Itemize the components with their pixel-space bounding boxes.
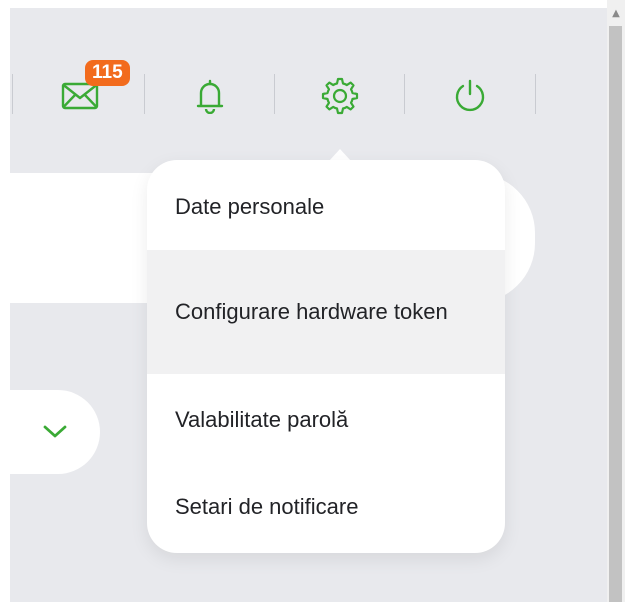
toolbar-divider bbox=[12, 74, 13, 114]
chevron-down-icon bbox=[43, 425, 67, 438]
unread-count-badge: 115 bbox=[85, 60, 130, 86]
settings-button[interactable] bbox=[315, 74, 365, 118]
menu-item-personal-data[interactable]: Date personale bbox=[147, 160, 505, 250]
mail-button[interactable]: 115 bbox=[55, 60, 130, 118]
gear-icon bbox=[321, 77, 359, 115]
scrollbar-thumb[interactable] bbox=[609, 26, 622, 602]
bell-icon bbox=[196, 79, 224, 114]
toolbar-divider bbox=[274, 74, 275, 114]
toolbar-divider bbox=[144, 74, 145, 114]
menu-item-label: Setari de notificare bbox=[175, 494, 359, 519]
settings-menu: Date personale Configurare hardware toke… bbox=[147, 160, 505, 553]
toolbar-divider bbox=[535, 74, 536, 114]
power-icon bbox=[455, 79, 485, 112]
menu-item-password-validity[interactable]: Valabilitate parolă bbox=[147, 374, 505, 466]
notifications-button[interactable] bbox=[185, 74, 235, 118]
menu-item-hardware-token[interactable]: Configurare hardware token bbox=[147, 250, 505, 374]
menu-item-label: Configurare hardware token bbox=[175, 299, 448, 324]
dropdown-toggle[interactable] bbox=[10, 390, 100, 474]
menu-item-notification-settings[interactable]: Setari de notificare bbox=[147, 466, 505, 548]
page-viewport: 115 Date personale Configurare hardware … bbox=[10, 8, 607, 602]
menu-item-label: Valabilitate parolă bbox=[175, 407, 349, 432]
vertical-scrollbar[interactable]: ▲ bbox=[607, 0, 625, 602]
menu-item-label: Date personale bbox=[175, 194, 325, 219]
toolbar-divider bbox=[404, 74, 405, 114]
scroll-up-arrow-icon[interactable]: ▲ bbox=[607, 6, 625, 20]
logout-button[interactable] bbox=[445, 74, 495, 118]
top-toolbar: 115 bbox=[10, 8, 607, 173]
